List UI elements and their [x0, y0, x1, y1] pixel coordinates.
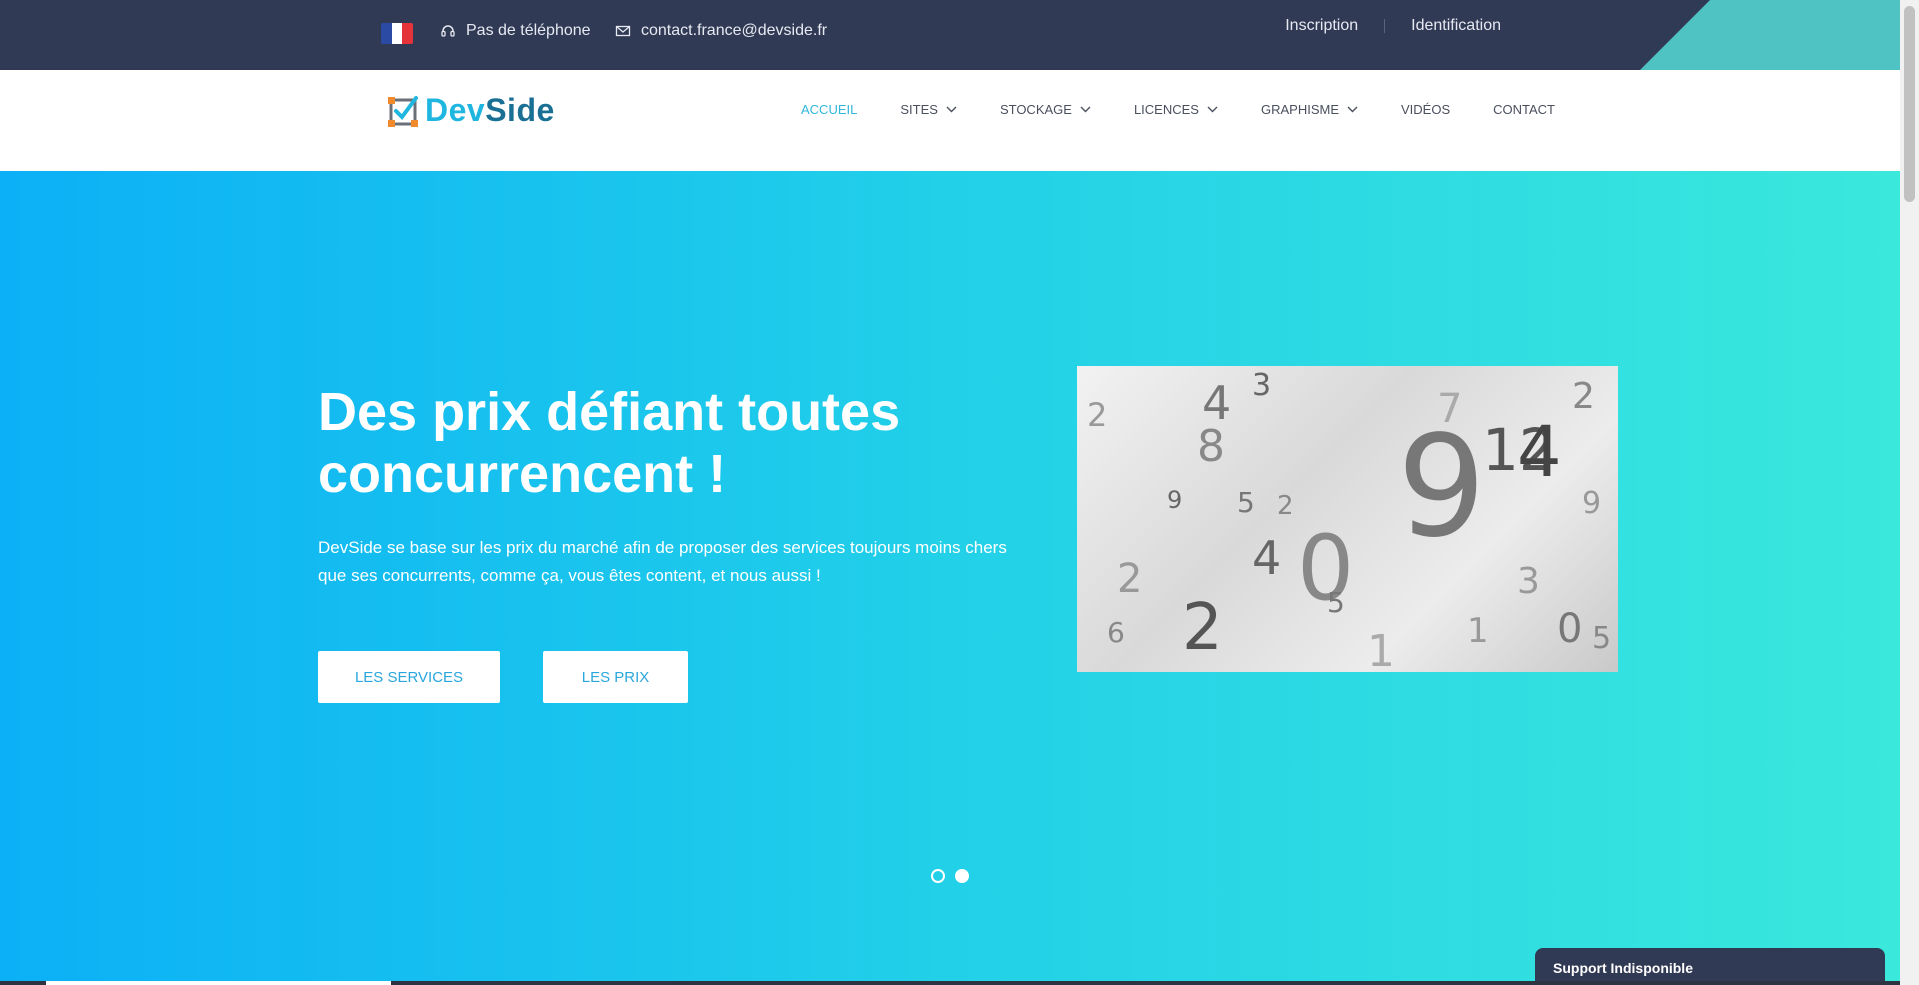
- menu-item-contact[interactable]: CONTACT: [1493, 102, 1555, 117]
- devside-logo[interactable]: DevSide: [387, 92, 555, 129]
- slider-dot-2[interactable]: [955, 869, 969, 883]
- logo-text-dev: Dev: [425, 92, 486, 128]
- menu-item-graphisme[interactable]: GRAPHISME: [1261, 102, 1358, 117]
- menu-item-label: ACCUEIL: [801, 102, 858, 117]
- menu-item-stockage[interactable]: STOCKAGE: [1000, 102, 1091, 117]
- menu-item-accueil[interactable]: ACCUEIL: [801, 102, 857, 117]
- hero-slider: Des prix défiant toutes concurrencent ! …: [0, 171, 1900, 985]
- auth-separator: [1384, 19, 1386, 33]
- logo-checkbox-icon: [388, 95, 418, 127]
- chevron-down-icon: [1080, 106, 1091, 113]
- menu-item-label: VIDÉOS: [1401, 102, 1451, 117]
- prix-button[interactable]: LES PRIX: [543, 651, 688, 703]
- logo-text-side: Side: [485, 92, 555, 128]
- menu-item-sites[interactable]: SITES: [900, 102, 957, 117]
- headset-icon: [441, 25, 455, 37]
- menu-item-videos[interactable]: VIDÉOS: [1401, 102, 1450, 117]
- flag-france-icon[interactable]: [381, 23, 413, 44]
- menu-item-label: GRAPHISME: [1260, 102, 1339, 117]
- slider-dot-1[interactable]: [931, 869, 945, 883]
- bottom-strip: [0, 981, 1900, 985]
- scrollbar-thumb[interactable]: [1904, 6, 1915, 202]
- top-bar-corner-decoration: [1640, 0, 1900, 70]
- menu-item-label: CONTACT: [1493, 102, 1555, 117]
- slider-dots: [931, 869, 969, 883]
- identification-link[interactable]: Identification: [1411, 17, 1501, 35]
- phone-text: Pas de téléphone: [466, 22, 591, 39]
- hero-description: DevSide se base sur les prix du marché a…: [318, 538, 1007, 585]
- bottom-strip-highlight: [46, 981, 391, 985]
- logo-text: DevSide: [425, 92, 555, 129]
- hero-numbers-image: 9 12 4 0 4 2 4 2 8 3 2 0 3 1 5 5 9 5 2 9…: [1077, 366, 1618, 672]
- support-chat-tab[interactable]: Support Indisponible: [1535, 948, 1885, 985]
- hero-title: Des prix défiant toutes concurrencent !: [318, 382, 901, 504]
- menu-item-label: STOCKAGE: [999, 102, 1072, 117]
- email-link[interactable]: contact.france@devside.fr: [641, 22, 827, 40]
- inscription-link[interactable]: Inscription: [1285, 17, 1358, 35]
- menu-item-label: LICENCES: [1133, 102, 1199, 117]
- chevron-down-icon: [1207, 106, 1218, 113]
- menu-item-label: SITES: [900, 102, 938, 117]
- menu-item-licences[interactable]: LICENCES: [1134, 102, 1218, 117]
- chevron-down-icon: [1347, 106, 1358, 113]
- top-bar: Pas de téléphone contact.france@devside.…: [0, 0, 1900, 70]
- auth-links: Inscription Identification: [1285, 17, 1501, 35]
- menu: ACCUEIL SITES STOCKAGE LICENCES GRAPHISM…: [801, 102, 1598, 117]
- main-navigation: DevSide ACCUEIL SITES STOCKAGE LICENCES …: [0, 70, 1900, 171]
- envelope-icon: [615, 25, 631, 37]
- page-scrollbar[interactable]: [1900, 0, 1919, 985]
- phone-contact: Pas de téléphone: [440, 22, 591, 40]
- chevron-down-icon: [946, 106, 957, 113]
- email-contact[interactable]: contact.france@devside.fr: [615, 22, 827, 40]
- services-button[interactable]: LES SERVICES: [318, 651, 500, 703]
